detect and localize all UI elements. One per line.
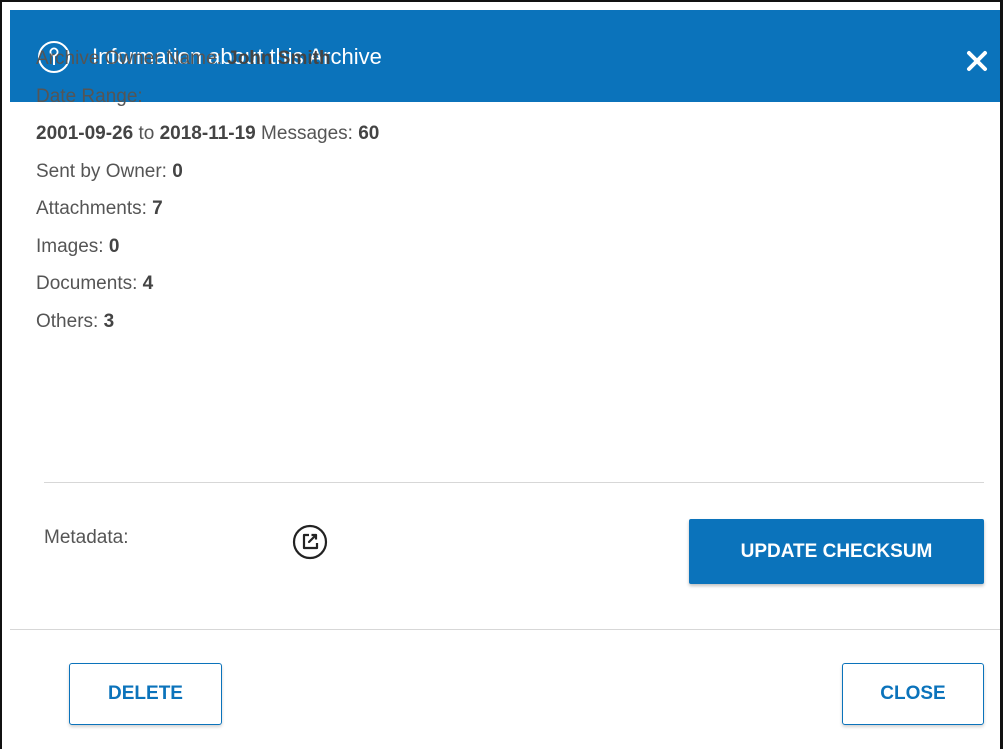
images-value: 0 [108,235,120,257]
footer-divider [10,629,1000,630]
archive-info-dialog: Information about this Archive Archive O… [0,0,1003,749]
owner-label: Archive Owner Name: [36,48,228,69]
sent-value: 0 [172,160,183,182]
images-label: Images: [36,235,109,257]
documents-row: Documents: 4 [36,265,379,303]
date-range-row: Date Range: [36,78,379,116]
date-start: 2001-09-26 [36,123,134,144]
close-icon[interactable] [964,48,990,74]
section-divider [44,482,984,483]
images-row: Images: 0 [36,228,379,266]
owner-value: John Smith [227,48,331,69]
date-messages-row: 2001-09-26 to 2018-11-19 Messages: 60 [36,115,379,153]
messages-value: 60 [358,123,380,144]
metadata-label: Metadata: [44,527,129,548]
archive-stats: Archive Owner Name: John Smith Date Rang… [36,40,379,340]
sent-row: Sent by Owner: 0 [36,153,379,191]
owner-row: Archive Owner Name: John Smith [36,40,379,78]
attachments-value: 7 [152,198,163,219]
others-row: Others: 3 [36,303,379,341]
documents-value: 4 [142,273,154,294]
others-value: 3 [103,310,115,332]
close-button[interactable]: CLOSE [842,663,984,725]
edit-square-icon[interactable] [292,524,328,560]
documents-label: Documents: [36,273,143,294]
sent-label: Sent by Owner: [36,160,173,182]
date-end: 2018-11-19 [159,123,256,144]
update-checksum-button[interactable]: UPDATE CHECKSUM [689,519,984,584]
attachments-label: Attachments: [36,198,153,219]
messages-label: Messages: [255,123,359,144]
attachments-row: Attachments: 7 [36,190,379,228]
date-to: to [133,123,160,144]
others-label: Others: [36,310,104,332]
delete-button[interactable]: DELETE [69,663,222,725]
date-range-label: Date Range: [36,85,143,107]
